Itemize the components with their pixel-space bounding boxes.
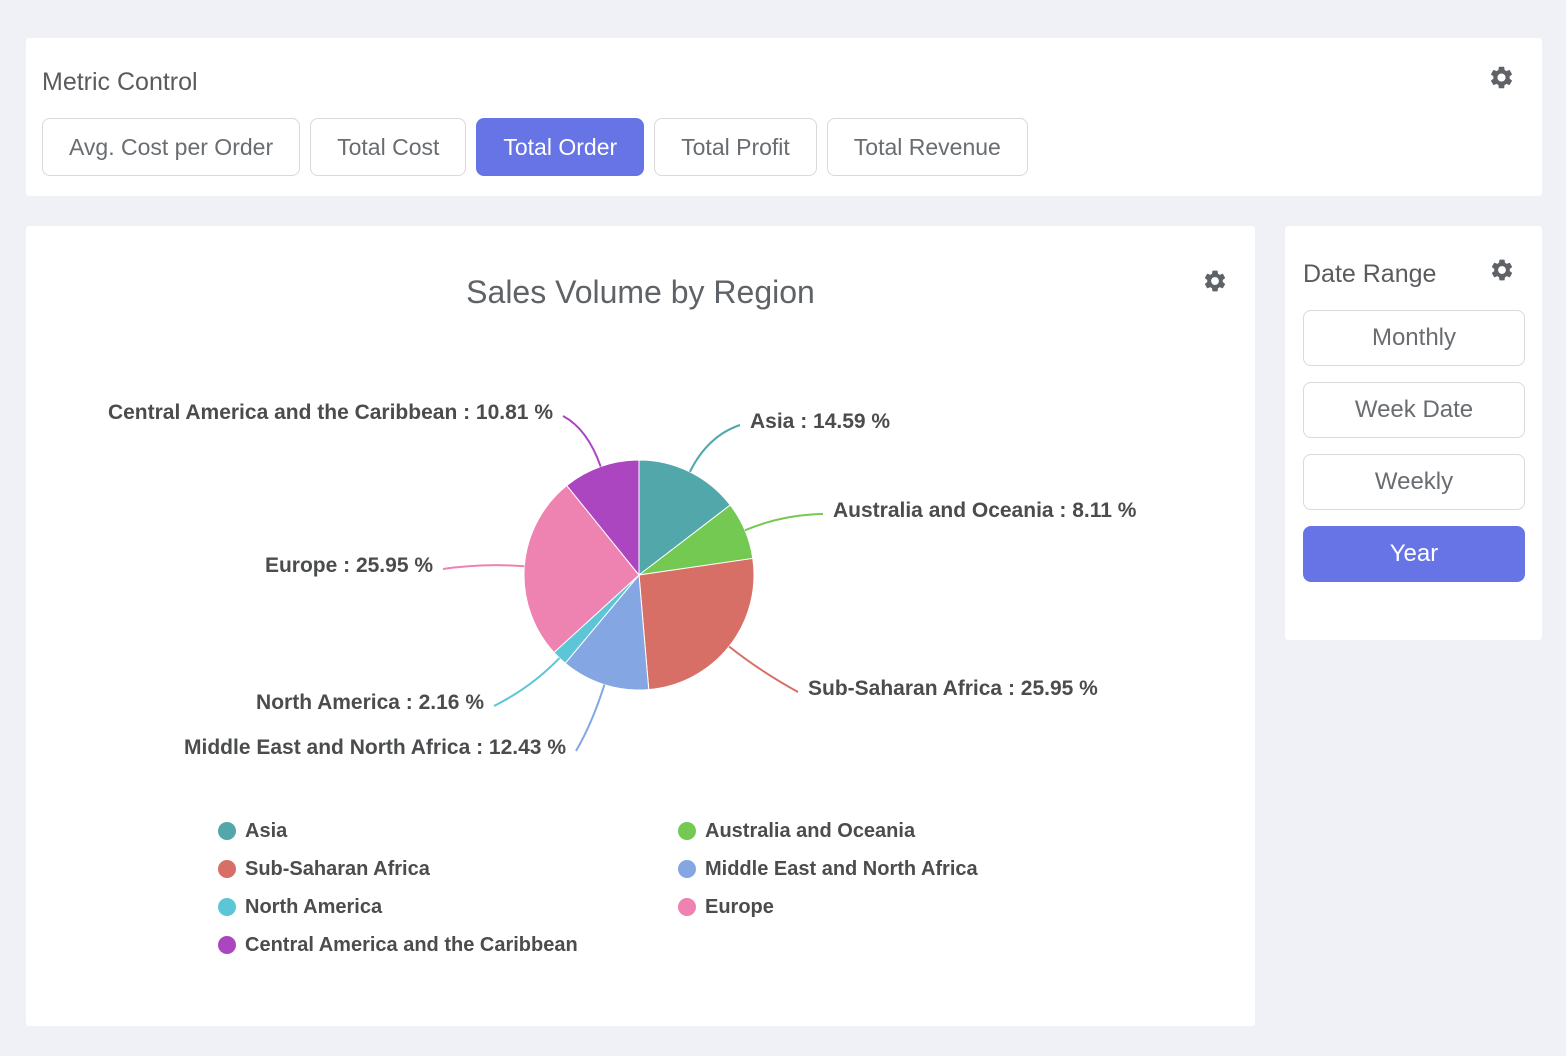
legend-item-australia-and-oceania[interactable]: Australia and Oceania bbox=[678, 820, 978, 842]
date-range-button-week-date[interactable]: Week Date bbox=[1303, 382, 1525, 438]
legend-label: Sub-Saharan Africa bbox=[245, 858, 430, 881]
legend-label: North America bbox=[245, 896, 382, 919]
pie-label-line-asia bbox=[690, 425, 740, 472]
pie-slice-label-sub-saharan-africa: Sub-Saharan Africa : 25.95 % bbox=[808, 677, 1098, 700]
date-range-button-weekly[interactable]: Weekly bbox=[1303, 454, 1525, 510]
legend-color-dot bbox=[218, 822, 236, 840]
metric-button-total-cost[interactable]: Total Cost bbox=[310, 118, 466, 176]
pie-label-line-australia-and-oceania bbox=[745, 514, 823, 530]
legend-label: Asia bbox=[245, 820, 287, 843]
pie-slice-label-asia: Asia : 14.59 % bbox=[750, 410, 890, 433]
metric-button-total-profit[interactable]: Total Profit bbox=[654, 118, 817, 176]
legend-color-dot bbox=[218, 936, 236, 954]
legend-label: Europe bbox=[705, 896, 774, 919]
metric-button-total-order[interactable]: Total Order bbox=[476, 118, 644, 176]
metric-button-row: Avg. Cost per Order Total Cost Total Ord… bbox=[42, 118, 1028, 176]
gear-icon[interactable] bbox=[1488, 64, 1515, 91]
pie-label-line-middle-east-and-north-africa bbox=[576, 685, 604, 751]
legend-item-north-america[interactable]: North America bbox=[218, 896, 678, 918]
legend-label: Australia and Oceania bbox=[705, 820, 915, 843]
date-range-button-column: Monthly Week Date Weekly Year bbox=[1303, 310, 1525, 582]
legend-label: Middle East and North Africa bbox=[705, 858, 978, 881]
metric-control-title: Metric Control bbox=[42, 68, 198, 97]
legend-item-asia[interactable]: Asia bbox=[218, 820, 678, 842]
pie-slice-label-central-america-and-the-caribbean: Central America and the Caribbean : 10.8… bbox=[108, 401, 553, 424]
pie-label-line-central-america-and-the-caribbean bbox=[563, 416, 601, 467]
legend-color-dot bbox=[678, 822, 696, 840]
legend-item-middle-east-and-north-africa[interactable]: Middle East and North Africa bbox=[678, 858, 978, 880]
date-range-button-monthly[interactable]: Monthly bbox=[1303, 310, 1525, 366]
pie-label-line-sub-saharan-africa bbox=[729, 646, 798, 692]
legend-color-dot bbox=[218, 898, 236, 916]
pie-label-line-north-america bbox=[494, 658, 559, 706]
chart-legend: Asia Australia and Oceania Sub-Saharan Afr… bbox=[218, 820, 978, 956]
gear-icon[interactable] bbox=[1489, 257, 1515, 283]
pie-label-line-europe bbox=[443, 565, 524, 569]
pie-slice-label-europe: Europe : 25.95 % bbox=[265, 554, 433, 577]
date-range-button-year[interactable]: Year bbox=[1303, 526, 1525, 582]
legend-label: Central America and the Caribbean bbox=[245, 934, 578, 957]
legend-item-europe[interactable]: Europe bbox=[678, 896, 978, 918]
legend-item-central-america-and-the-caribbean[interactable]: Central America and the Caribbean bbox=[218, 934, 678, 956]
legend-color-dot bbox=[678, 898, 696, 916]
date-range-title: Date Range bbox=[1303, 260, 1436, 289]
pie-slice-label-north-america: North America : 2.16 % bbox=[256, 691, 484, 714]
legend-color-dot bbox=[218, 860, 236, 878]
sales-volume-chart-panel: Sales Volume by Region Asia : 14.59 %Aus… bbox=[26, 226, 1255, 1026]
legend-item-sub-saharan-africa[interactable]: Sub-Saharan Africa bbox=[218, 858, 678, 880]
metric-button-avg-cost-per-order[interactable]: Avg. Cost per Order bbox=[42, 118, 300, 176]
legend-color-dot bbox=[678, 860, 696, 878]
metric-button-total-revenue[interactable]: Total Revenue bbox=[827, 118, 1028, 176]
metric-control-panel: Metric Control Avg. Cost per Order Total… bbox=[26, 38, 1542, 196]
pie-slice-sub-saharan-africa[interactable] bbox=[639, 558, 754, 689]
pie-slice-label-middle-east-and-north-africa: Middle East and North Africa : 12.43 % bbox=[184, 736, 566, 759]
pie-slice-label-australia-and-oceania: Australia and Oceania : 8.11 % bbox=[833, 499, 1137, 522]
date-range-panel: Date Range Monthly Week Date Weekly Year bbox=[1285, 226, 1542, 640]
